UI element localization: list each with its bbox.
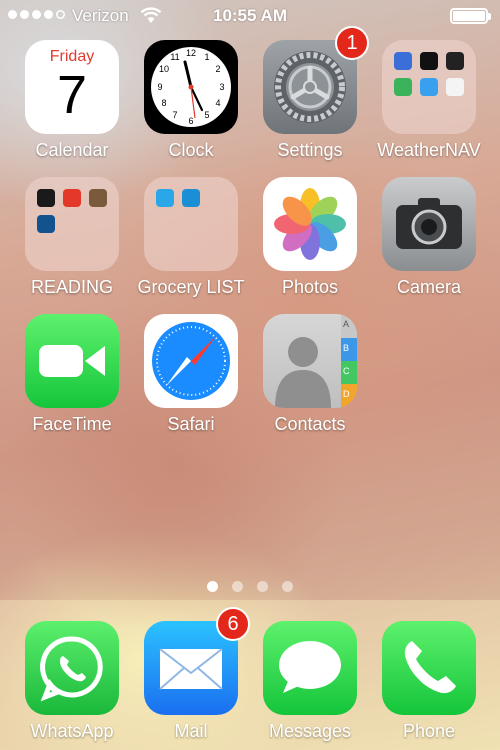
folder-grocery-list[interactable]: Grocery LIST xyxy=(131,177,251,298)
app-label: WeatherNAV xyxy=(377,140,481,160)
app-calendar[interactable]: Friday 7 Calendar xyxy=(12,40,132,161)
notification-badge: 6 xyxy=(216,607,250,641)
mini-app-icon xyxy=(63,189,81,207)
contacts-icon: A B C D xyxy=(263,314,357,408)
app-label: Clock xyxy=(168,140,214,160)
svg-text:7: 7 xyxy=(172,110,177,120)
folder-icon xyxy=(25,177,119,271)
folder-weathernav[interactable]: WeatherNAV xyxy=(369,40,489,161)
mini-app-icon xyxy=(446,52,464,70)
mini-app-icon xyxy=(446,78,464,96)
mini-app-icon xyxy=(394,52,412,70)
app-label: Settings xyxy=(277,140,343,160)
photos-flower-icon xyxy=(263,177,357,271)
mini-app-icon xyxy=(394,78,412,96)
video-camera-icon xyxy=(25,314,119,408)
contacts-tab: D xyxy=(343,389,350,399)
clock-icon: 12 1 2 3 45 6 78 9 10 11 xyxy=(144,40,238,134)
app-label: Messages xyxy=(268,721,352,741)
app-phone[interactable]: Phone xyxy=(369,621,489,742)
svg-text:3: 3 xyxy=(219,82,224,92)
folder-reading[interactable]: READING xyxy=(12,177,132,298)
app-safari[interactable]: Safari xyxy=(131,314,251,435)
contacts-tab: B xyxy=(343,343,350,353)
app-label: Photos xyxy=(281,277,339,297)
mini-app-icon xyxy=(89,189,107,207)
app-contacts[interactable]: A B C D Contacts xyxy=(250,314,370,435)
notification-badge: 1 xyxy=(335,26,369,60)
folder-icon xyxy=(144,177,238,271)
whatsapp-icon xyxy=(25,621,119,715)
app-label: Safari xyxy=(167,414,215,434)
calendar-icon: Friday 7 xyxy=(25,40,119,134)
svg-text:4: 4 xyxy=(215,98,220,108)
svg-text:12: 12 xyxy=(186,48,196,58)
svg-text:6: 6 xyxy=(188,116,193,126)
app-label: Mail xyxy=(174,721,208,741)
app-label: Phone xyxy=(402,721,456,741)
app-facetime[interactable]: FaceTime xyxy=(12,314,132,435)
mini-app-icon xyxy=(156,189,174,207)
contacts-tab: A xyxy=(343,319,350,329)
svg-text:10: 10 xyxy=(159,64,169,74)
app-whatsapp[interactable]: WhatsApp xyxy=(12,621,132,742)
svg-text:5: 5 xyxy=(204,110,209,120)
compass-icon xyxy=(144,314,238,408)
mini-app-icon xyxy=(37,189,55,207)
app-label: Contacts xyxy=(274,414,346,434)
app-label: READING xyxy=(30,277,113,297)
app-camera[interactable]: Camera xyxy=(369,177,489,298)
app-settings[interactable]: Settings 1 xyxy=(250,26,370,161)
battery-icon xyxy=(450,8,491,24)
app-messages[interactable]: Messages xyxy=(250,621,370,742)
svg-text:2: 2 xyxy=(215,64,220,74)
svg-text:8: 8 xyxy=(161,98,166,108)
app-label: WhatsApp xyxy=(30,721,114,741)
app-photos[interactable]: Photos xyxy=(250,177,370,298)
app-clock[interactable]: 12 1 2 3 45 6 78 9 10 11 Clock xyxy=(131,40,251,161)
mini-app-icon xyxy=(182,189,200,207)
page-dot[interactable] xyxy=(257,581,268,592)
svg-text:11: 11 xyxy=(170,52,179,62)
app-label: FaceTime xyxy=(32,414,112,434)
mini-app-icon xyxy=(420,78,438,96)
page-dot[interactable] xyxy=(282,581,293,592)
phone-handset-icon xyxy=(382,621,476,715)
speech-bubble-icon xyxy=(263,621,357,715)
svg-text:9: 9 xyxy=(157,82,162,92)
page-dot[interactable] xyxy=(207,581,218,592)
app-label: Grocery LIST xyxy=(137,277,245,297)
app-label: Calendar xyxy=(35,140,109,160)
svg-text:1: 1 xyxy=(204,52,209,62)
page-indicator[interactable] xyxy=(0,581,500,592)
mini-app-icon xyxy=(420,52,438,70)
calendar-weekday: Friday xyxy=(49,48,95,65)
app-mail[interactable]: Mail 6 xyxy=(131,607,251,742)
contacts-tab: C xyxy=(343,366,350,376)
camera-icon xyxy=(382,177,476,271)
mini-app-icon xyxy=(37,215,55,233)
page-dot[interactable] xyxy=(232,581,243,592)
folder-icon xyxy=(382,40,476,134)
calendar-day: 7 xyxy=(56,65,88,125)
app-label: Camera xyxy=(396,277,462,297)
status-bar: Verizon 10:55 AM xyxy=(0,0,500,34)
status-time: 10:55 AM xyxy=(212,6,287,25)
